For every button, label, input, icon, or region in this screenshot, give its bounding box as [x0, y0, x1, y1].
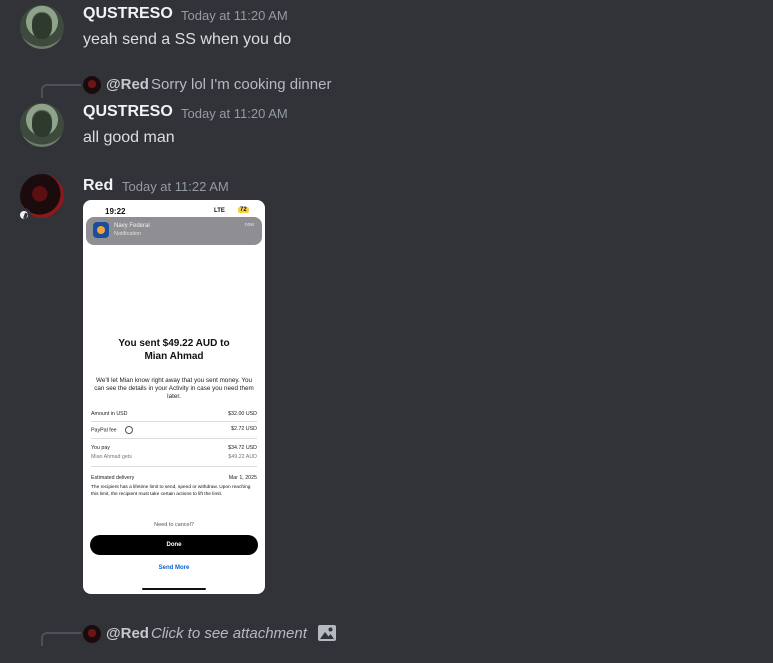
avatar-qustreso[interactable] [20, 5, 64, 49]
reply-mention[interactable]: @Red [106, 76, 149, 93]
signal-icon: LTE [214, 208, 225, 214]
payment-heading: You sent $49.22 AUD to Mian Ahmad [83, 337, 265, 363]
row-delivery: Estimated delivery Mar 1, 2025 [91, 475, 257, 481]
row-recipient-gets: Mian Ahmad gets $49.22 AUD [91, 454, 257, 460]
row-fee: PayPal fee $2.72 USD [91, 426, 257, 434]
divider [91, 421, 257, 422]
row-value: Mar 1, 2025 [228, 475, 257, 481]
row-value: $34.72 USD [228, 445, 257, 451]
notification-banner: Navy Federal Notification now [86, 217, 262, 245]
home-indicator [142, 588, 206, 590]
payment-heading-line2: Mian Ahmad [144, 351, 204, 362]
row-amount: Amount in USD $32.00 USD [91, 411, 257, 417]
done-button: Done [90, 535, 258, 555]
limit-note: The recipient has a lifetime limit to se… [91, 485, 251, 497]
row-label: PayPal fee [91, 427, 117, 434]
message-text: yeah send a SS when you do [83, 31, 292, 48]
reply-avatar[interactable] [83, 76, 101, 94]
image-icon[interactable] [317, 624, 337, 642]
divider [91, 438, 257, 439]
send-more-link: Send More [158, 565, 190, 571]
row-you-pay: You pay $34.72 USD [91, 445, 257, 451]
reply-avatar[interactable] [83, 625, 101, 643]
timestamp: Today at 11:20 AM [181, 106, 288, 121]
reply-connector [41, 632, 81, 646]
reply-preview-text[interactable]: Sorry lol I'm cooking dinner [151, 76, 331, 93]
row-value: $32.00 USD [228, 411, 257, 417]
notification-time: now [244, 222, 254, 228]
notification-title: Navy Federal [114, 223, 150, 229]
author-name[interactable]: QUSTRESO [83, 103, 173, 121]
reply-preview-text[interactable]: Click to see attachment [151, 625, 307, 642]
timestamp: Today at 11:20 AM [181, 8, 288, 23]
timestamp: Today at 11:22 AM [122, 179, 229, 194]
message-text: all good man [83, 129, 175, 146]
phone-status-time: 19:22 [105, 207, 126, 216]
row-label: Estimated delivery [91, 475, 135, 481]
reply-connector [41, 84, 81, 98]
row-value: $49.22 AUD [228, 454, 257, 460]
author-name[interactable]: Red [83, 177, 113, 195]
reply-mention[interactable]: @Red [106, 625, 149, 642]
status-icon [17, 208, 31, 222]
notification-subtitle: Notification [114, 231, 142, 237]
payment-heading-line1: You sent $49.22 AUD to [118, 338, 230, 349]
row-label: Amount in USD [91, 411, 128, 417]
cancel-prompt: Need to cancel? [154, 522, 194, 528]
info-icon [124, 426, 133, 434]
navy-federal-logo-icon [93, 222, 109, 238]
row-label: Mian Ahmad gets [91, 454, 132, 460]
row-label: You pay [91, 445, 110, 451]
image-attachment[interactable]: 19:22 LTE 72 Navy Federal Notification n… [83, 200, 265, 594]
row-value: $2.72 USD [231, 426, 257, 432]
divider [91, 466, 257, 467]
battery-icon: 72 [238, 207, 249, 213]
payment-description: We'll let Mian know right away that you … [94, 377, 254, 400]
author-name[interactable]: QUSTRESO [83, 5, 173, 23]
avatar-qustreso[interactable] [20, 103, 64, 147]
